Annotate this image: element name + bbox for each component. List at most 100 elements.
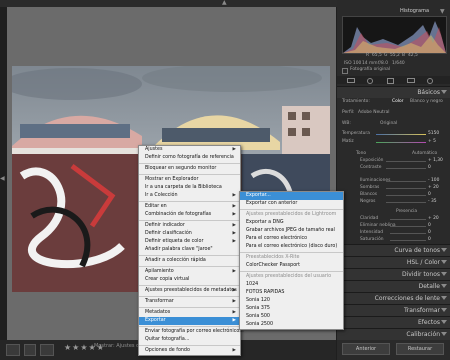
previous-button[interactable]: Anterior bbox=[342, 343, 390, 355]
section-calibration[interactable]: Calibración bbox=[337, 328, 450, 340]
export-submenu-item[interactable]: FOTOS RAPIDAS bbox=[240, 289, 343, 297]
histogram-readout-g-val: 55,2 bbox=[390, 53, 400, 58]
survey-view-button[interactable] bbox=[40, 344, 54, 356]
context-menu-item[interactable]: Combinación de fotografías ▶ bbox=[139, 211, 240, 219]
context-menu-item[interactable]: Opciones de fondo ▶ bbox=[139, 347, 240, 355]
highlights-value[interactable]: - 100 bbox=[428, 178, 439, 183]
context-menu-item-label: Ir a Colección bbox=[145, 193, 178, 198]
context-menu-item[interactable]: Definir etiqueta de color ▶ bbox=[139, 238, 240, 246]
context-menu-item[interactable]: Definir como fotografía de referencia bbox=[139, 154, 240, 162]
saturation-slider[interactable] bbox=[390, 240, 426, 241]
exposure-label: Exposición bbox=[360, 158, 384, 163]
histogram-toggle-icon[interactable]: ▼ bbox=[440, 9, 445, 15]
export-submenu-item-label: Sonia 375 bbox=[246, 306, 270, 311]
context-menu-item[interactable]: Mostrar en Explorador bbox=[139, 176, 240, 184]
export-submenu-item[interactable]: Sonia 375 bbox=[240, 305, 343, 313]
left-panel-toggle-icon[interactable]: ◀ bbox=[0, 176, 5, 182]
export-submenu-item[interactable]: Sonia 2500 bbox=[240, 321, 343, 329]
export-submenu-item[interactable]: Exportar a DNG bbox=[240, 219, 343, 227]
export-submenu-item[interactable]: Sonia 500 bbox=[240, 313, 343, 321]
crop-tool-icon[interactable] bbox=[347, 78, 355, 83]
blacks-value[interactable]: - 35 bbox=[428, 199, 437, 204]
context-menu-item[interactable]: Exportar ▶ bbox=[139, 317, 240, 325]
exposure-value[interactable]: + 1,30 bbox=[428, 158, 443, 163]
section-effects[interactable]: Efectos bbox=[337, 316, 450, 328]
dehaze-slider[interactable] bbox=[390, 226, 426, 227]
spot-removal-icon[interactable] bbox=[367, 78, 373, 84]
section-detail[interactable]: Detalle bbox=[337, 280, 450, 292]
context-menu-item-label: Ajustes bbox=[145, 147, 163, 152]
compare-view-button[interactable] bbox=[24, 344, 36, 356]
context-menu-item[interactable]: Añadir a colección rápida bbox=[139, 257, 240, 265]
section-transform[interactable]: Transformar bbox=[337, 304, 450, 316]
saturation-value[interactable]: 0 bbox=[428, 237, 431, 242]
export-submenu-item: Ajustes preestablecidos del usuario bbox=[240, 273, 343, 281]
temperature-value[interactable]: 5150 bbox=[428, 131, 439, 136]
section-split-toning-label: Dividir tonos bbox=[402, 271, 440, 278]
vibrance-value[interactable]: 0 bbox=[428, 230, 431, 235]
section-split-toning[interactable]: Dividir tonos bbox=[337, 268, 450, 280]
export-submenu-item[interactable]: 1024 bbox=[240, 281, 343, 289]
tone-auto-button[interactable]: Automático bbox=[412, 151, 437, 156]
contrast-slider[interactable] bbox=[386, 168, 426, 169]
context-menu-item-label: Definir clasificación bbox=[145, 231, 192, 236]
wb-select[interactable]: Original bbox=[380, 121, 397, 126]
tint-slider[interactable] bbox=[376, 142, 426, 143]
context-menu-item[interactable]: Crear copia virtual bbox=[139, 276, 240, 284]
export-submenu-item[interactable]: Para el correo electrónico (disco duro) bbox=[240, 243, 343, 251]
context-menu-item[interactable]: Ajustes preestablecidos de metadatos ▶ bbox=[139, 287, 240, 295]
clarity-slider[interactable] bbox=[390, 219, 426, 220]
export-submenu-item[interactable]: Grabar archivos JPEG de tamaño real bbox=[240, 227, 343, 235]
export-submenu-item[interactable]: Exportar... bbox=[240, 192, 343, 200]
context-menu-item[interactable]: Quitar fotografía... bbox=[139, 336, 240, 344]
graduated-filter-icon[interactable] bbox=[407, 78, 415, 83]
shadows-slider[interactable] bbox=[386, 188, 426, 189]
context-menu-item[interactable]: Definir indicador ▶ bbox=[139, 222, 240, 230]
top-panel-toggle-icon[interactable]: ▲ bbox=[222, 0, 227, 6]
context-menu-item[interactable]: Enviar fotografía por correo electrónico… bbox=[139, 328, 244, 336]
menu-separator bbox=[139, 307, 240, 308]
menu-separator bbox=[240, 252, 343, 253]
context-menu-item[interactable]: Transformar ▶ bbox=[139, 298, 240, 306]
export-submenu-item[interactable]: Exportar con anterior bbox=[240, 200, 343, 208]
section-basicos[interactable]: Básicos bbox=[337, 86, 450, 98]
menu-separator bbox=[139, 163, 240, 164]
section-hsl[interactable]: HSL / Color bbox=[337, 256, 450, 268]
whites-slider[interactable] bbox=[386, 195, 426, 196]
tint-value[interactable]: + 5 bbox=[428, 139, 436, 144]
section-tone-curve[interactable]: Curva de tonos bbox=[337, 244, 450, 256]
original-photo-checkbox[interactable] bbox=[342, 68, 348, 74]
treatment-color-option[interactable]: Color bbox=[392, 99, 403, 104]
context-menu-item[interactable]: Metadatos ▶ bbox=[139, 309, 240, 317]
context-menu-item[interactable]: Definir clasificación ▶ bbox=[139, 230, 240, 238]
treatment-bw-option[interactable]: Blanco y negro bbox=[410, 99, 443, 104]
contrast-value[interactable]: 0 bbox=[428, 165, 431, 170]
context-menu-item[interactable]: Bloquear en segundo monitor bbox=[139, 165, 240, 173]
blacks-slider[interactable] bbox=[386, 202, 426, 203]
context-menu-item[interactable]: Añadir palabra clave "Jaroe" bbox=[139, 246, 240, 254]
reset-button[interactable]: Restaurar bbox=[396, 343, 444, 355]
dehaze-value[interactable]: 0 bbox=[428, 223, 431, 228]
context-menu-item[interactable]: Ir a una carpeta de la Biblioteca bbox=[139, 184, 240, 192]
exposure-slider[interactable] bbox=[386, 161, 426, 162]
profile-select[interactable]: Adobe Neutral bbox=[358, 110, 390, 115]
clarity-value[interactable]: + 20 bbox=[428, 216, 439, 221]
vibrance-slider[interactable] bbox=[390, 233, 426, 234]
redeye-icon[interactable] bbox=[387, 78, 394, 84]
radial-filter-icon[interactable] bbox=[427, 78, 433, 84]
context-menu-item[interactable]: Ir a Colección ▶ bbox=[139, 192, 240, 200]
export-submenu-item[interactable]: Sonia 120 bbox=[240, 297, 343, 305]
context-menu-item[interactable]: Ajustes ▶ bbox=[139, 146, 240, 154]
temperature-slider[interactable] bbox=[376, 134, 426, 135]
export-submenu-item[interactable]: ColorChecker Passport bbox=[240, 262, 343, 270]
presence-label: Presencia bbox=[396, 209, 418, 214]
shadows-value[interactable]: + 20 bbox=[428, 185, 439, 190]
view-mode-button[interactable] bbox=[6, 344, 20, 356]
context-menu-item[interactable]: Apilamiento ▶ bbox=[139, 268, 240, 276]
export-submenu-item[interactable]: Para el correo electrónico bbox=[240, 235, 343, 243]
section-lens-corrections[interactable]: Correcciones de lente bbox=[337, 292, 450, 304]
export-submenu-item: Ajustes preestablecidos de Lightroom bbox=[240, 211, 343, 219]
context-menu-item[interactable]: Editar en ▶ bbox=[139, 203, 240, 211]
whites-value[interactable]: 0 bbox=[428, 192, 431, 197]
highlights-slider[interactable] bbox=[386, 181, 426, 182]
